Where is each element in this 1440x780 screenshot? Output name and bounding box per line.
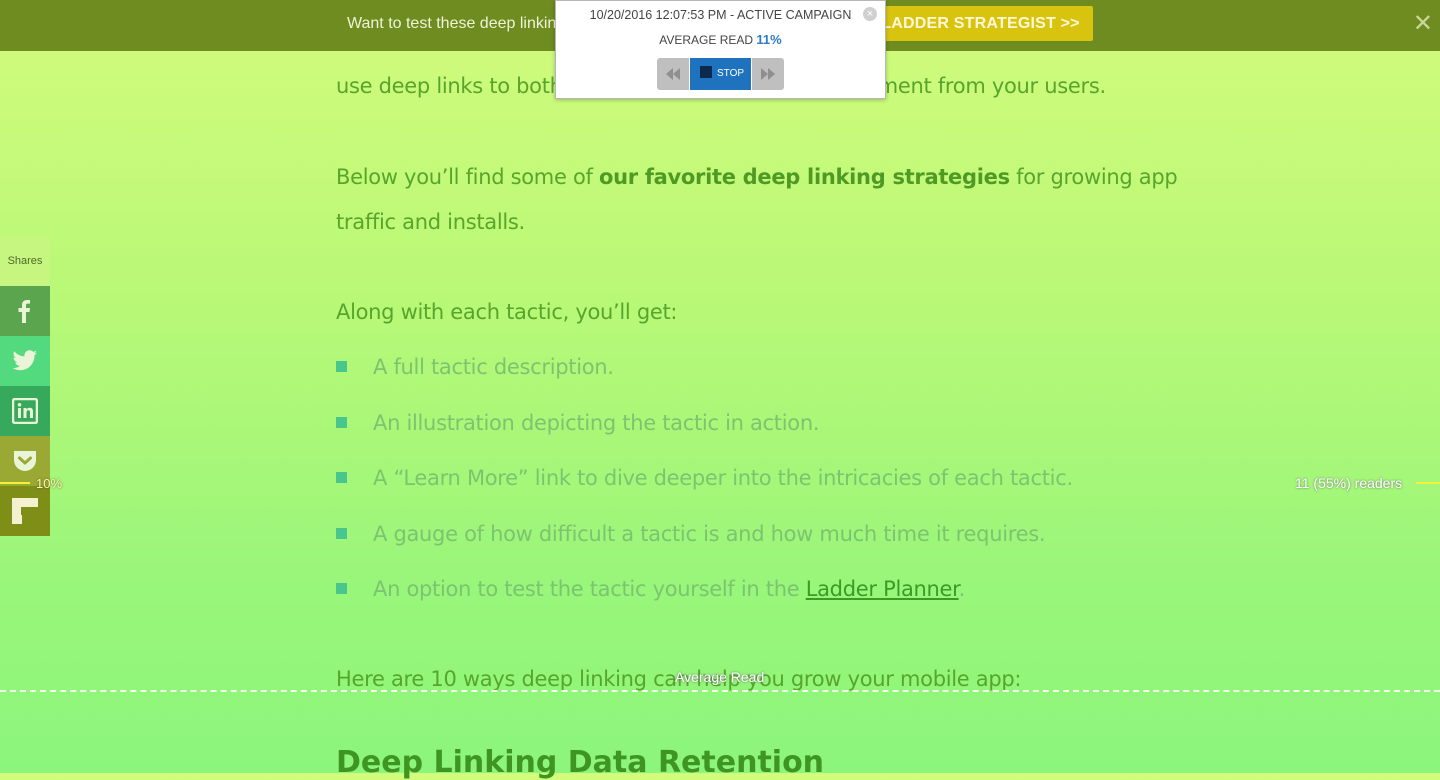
ladder-strategist-button[interactable]: LADDER STRATEGIST >> [868, 6, 1093, 41]
stop-icon [700, 66, 712, 79]
list-item: An illustration depicting the tactic in … [336, 411, 820, 435]
rewind-button[interactable] [657, 58, 689, 90]
stop-button[interactable]: STOP [690, 58, 751, 90]
scroll-depth-label: 10% [36, 476, 63, 491]
facebook-share-button[interactable] [0, 286, 50, 336]
bullet-icon [336, 471, 347, 483]
forward-icon [761, 68, 775, 80]
twitter-icon [12, 350, 37, 371]
average-read-summary: AVERAGE READ 11% [659, 32, 782, 47]
paragraph-line: Along with each tactic, you’ll get: [336, 300, 678, 324]
list-item: A full tactic description. [336, 355, 614, 379]
readers-count: 11 (55%) readers [1295, 475, 1403, 491]
linkedin-icon [12, 398, 38, 424]
promo-text: Want to test these deep linking [347, 15, 566, 32]
flipboard-icon [12, 498, 38, 524]
analytics-popup: 10/20/2016 12:07:53 PM - ACTIVE CAMPAIGN… [555, 0, 886, 99]
campaign-timestamp: 10/20/2016 12:07:53 PM - ACTIVE CAMPAIGN [589, 8, 852, 22]
paragraph-line: Below you’ll find some of our favorite d… [336, 165, 1178, 189]
section-heading: Deep Linking Data Retention [336, 745, 825, 780]
list-item: An option to test the tactic yourself in… [336, 577, 965, 601]
readers-marker [1416, 482, 1440, 484]
bullet-icon [336, 360, 347, 372]
bullet-icon [336, 527, 347, 539]
bullet-icon [336, 416, 347, 428]
facebook-icon [18, 300, 30, 323]
ladder-planner-link[interactable]: Ladder Planner [806, 577, 959, 601]
close-icon[interactable]: × [863, 7, 877, 21]
linkedin-share-button[interactable] [0, 386, 50, 436]
average-read-label: Average Read [675, 669, 765, 685]
average-read-line [0, 690, 1440, 692]
bullet-icon [336, 582, 347, 594]
scroll-depth-marker [0, 482, 30, 484]
shares-label: Shares [0, 236, 50, 286]
list-item: A “Learn More” link to dive deeper into … [336, 466, 1073, 490]
twitter-share-button[interactable] [0, 336, 50, 386]
list-item: A gauge of how difficult a tactic is and… [336, 522, 1046, 546]
bold-phrase: our favorite deep linking strategies [598, 165, 1010, 189]
rewind-icon [666, 68, 680, 80]
average-read-value: 11% [756, 32, 782, 47]
close-icon[interactable]: ✕ [1413, 10, 1433, 38]
flipboard-share-button[interactable] [0, 486, 50, 536]
pocket-icon [14, 451, 36, 471]
paragraph-line: traffic and installs. [336, 210, 525, 234]
forward-button[interactable] [752, 58, 784, 90]
